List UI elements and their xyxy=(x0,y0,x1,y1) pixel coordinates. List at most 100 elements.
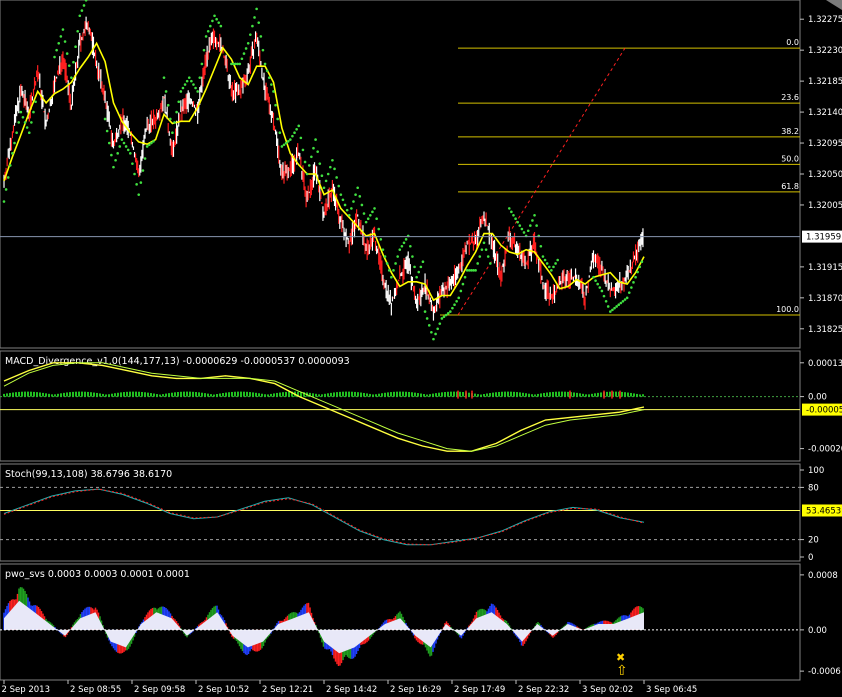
trend-dot xyxy=(331,158,334,162)
macd-tick-label: -0.00020 xyxy=(808,445,842,455)
trend-dot xyxy=(436,327,439,331)
trend-dot xyxy=(400,244,404,248)
trend-dot xyxy=(427,324,431,327)
trend-dot xyxy=(463,275,467,279)
trend-dot xyxy=(453,303,456,307)
trend-dot xyxy=(343,203,347,207)
trend-dot xyxy=(404,238,408,241)
trend-dot xyxy=(320,174,324,178)
time-tick-label: 2 Sep 12:21 xyxy=(262,685,313,695)
price-axis: 1.32275 1.32230 1.32185 1.32140 1.32095 1.320… xyxy=(800,15,842,335)
trend-dot xyxy=(251,24,254,28)
trend-dot xyxy=(482,241,486,245)
pwo-pane[interactable]: pwo_svs 0.0003 0.0003 0.0001 0.0001 ✖ ⇧ … xyxy=(0,563,841,681)
trend-dot xyxy=(219,24,223,28)
trading-chart[interactable]: 0.023.638.250.061.8100.0 1.322751.322301… xyxy=(0,0,842,697)
trend-dot xyxy=(604,299,608,303)
stoch-title: Stoch(99,13,108) 38.6796 38.6170 xyxy=(5,469,172,480)
trend-dot xyxy=(514,217,517,221)
trend-dot xyxy=(150,141,153,145)
trend-dot xyxy=(257,21,261,24)
trend-dot xyxy=(413,265,416,269)
trend-dot xyxy=(621,299,625,303)
price-tick-label: 1.32050 xyxy=(808,170,842,180)
stoch-axis: 100 80 20 0 53.4653 xyxy=(800,466,842,563)
trend-dot xyxy=(238,62,242,66)
trend-dot xyxy=(381,248,385,251)
trend-dot xyxy=(133,172,136,176)
trend-dot xyxy=(13,141,16,145)
trend-dot xyxy=(21,115,25,119)
trend-dot xyxy=(345,208,349,212)
trend-dot xyxy=(446,312,450,315)
trend-dot xyxy=(299,136,303,140)
trend-dot xyxy=(242,52,246,55)
trend-dot xyxy=(636,270,639,274)
trend-dot xyxy=(627,291,631,294)
trend-dot xyxy=(486,255,490,258)
trend-dot xyxy=(421,260,425,264)
trend-dot xyxy=(350,207,353,210)
trend-dot xyxy=(30,121,33,124)
trend-dot xyxy=(263,62,267,66)
trend-dot xyxy=(480,248,484,251)
trend-dot xyxy=(516,220,519,224)
trend-dot xyxy=(533,213,536,217)
chart-shift-icon[interactable] xyxy=(826,0,842,10)
trend-dot xyxy=(107,141,111,145)
trend-dot xyxy=(613,306,616,310)
trend-dot xyxy=(55,48,58,52)
fib-level-label: 61.8 xyxy=(781,182,799,191)
trend-dot xyxy=(547,265,551,269)
trend-dot xyxy=(545,262,549,265)
trend-dot xyxy=(337,184,341,188)
trend-dot xyxy=(114,158,117,162)
time-tick-label: 3 Sep 06:45 xyxy=(646,685,697,695)
time-tick-label: 2 Sep 16:29 xyxy=(390,685,441,695)
trend-dot xyxy=(352,200,355,203)
trend-dot xyxy=(289,138,292,141)
trend-dot xyxy=(324,179,328,183)
trend-dot xyxy=(4,188,8,191)
trend-dot xyxy=(57,41,61,45)
trend-dot xyxy=(489,262,492,265)
trend-dot xyxy=(175,110,178,114)
trend-dot xyxy=(364,220,368,224)
trend-dot xyxy=(634,275,637,279)
trend-dot xyxy=(177,100,181,104)
trend-dot xyxy=(72,60,75,64)
trend-dot xyxy=(272,90,275,93)
trend-dot xyxy=(166,103,170,107)
trend-dot xyxy=(451,306,454,310)
fib-level-label: 0.0 xyxy=(786,38,799,47)
trend-dot xyxy=(274,103,277,107)
price-tick-label: 1.31870 xyxy=(808,294,842,304)
trend-dot xyxy=(484,248,488,251)
price-tick-label: 1.32005 xyxy=(808,201,842,211)
trend-dot xyxy=(333,167,336,171)
trend-dot xyxy=(432,337,435,341)
macd-pane[interactable]: MACD_Divergence_v1.0(144,177,13) -0.0000… xyxy=(0,350,842,462)
trend-dot xyxy=(520,227,524,231)
trend-dot xyxy=(198,76,202,79)
price-tick-label: 1.32230 xyxy=(808,46,842,56)
trend-dot xyxy=(122,141,126,145)
trend-dot xyxy=(617,303,621,307)
trend-dot xyxy=(535,224,538,227)
time-tick-label: 2 Sep 10:52 xyxy=(198,685,249,695)
trend-dot xyxy=(112,165,115,169)
trend-dot xyxy=(25,126,29,129)
macd-tick-label: 0.00013 xyxy=(808,359,842,369)
trend-dot xyxy=(19,110,23,114)
trend-dot xyxy=(162,76,166,79)
macd-tick-label: 0.00 xyxy=(808,393,827,403)
pwo-tick-label: 0.00 xyxy=(808,626,827,636)
main-price-pane[interactable]: 0.023.638.250.061.8100.0 1.322751.322301… xyxy=(0,0,842,349)
trend-dot xyxy=(606,305,610,308)
trend-dot xyxy=(32,110,35,114)
stochastic-pane[interactable]: Stoch(99,13,108) 38.6796 38.6170 100 80 20… xyxy=(0,463,842,563)
trend-dot xyxy=(329,165,332,169)
trend-dot xyxy=(543,258,547,262)
trend-dot xyxy=(152,140,155,143)
trend-dot xyxy=(375,217,378,221)
